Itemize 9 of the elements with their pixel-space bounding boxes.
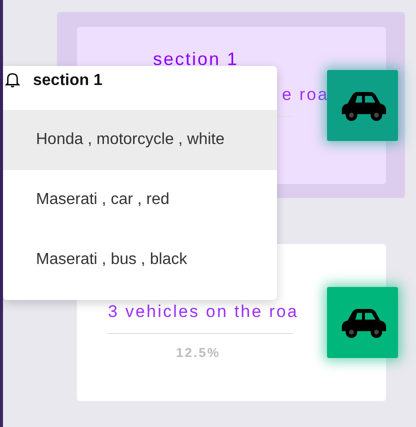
bell-icon	[5, 71, 20, 88]
card-subtitle: 3 vehicles on the roa	[108, 302, 298, 321]
card-subtitle: e roa	[282, 85, 329, 104]
card-title: section 1	[153, 49, 239, 69]
menu-item[interactable]: Maserati , bus , black	[3, 230, 277, 290]
menu-header: section 1	[33, 72, 102, 90]
percent-text: 12.5%	[176, 345, 220, 360]
menu-item[interactable]: Maserati , car , red	[3, 170, 277, 230]
menu-item[interactable]: Honda , motorcycle , white	[3, 110, 277, 170]
